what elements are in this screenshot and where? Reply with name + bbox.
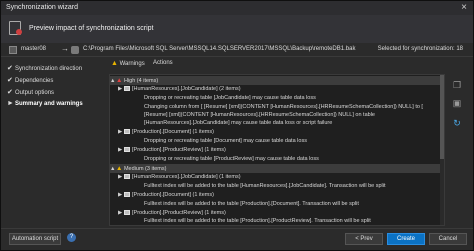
save-icon[interactable]: ▣ [451,97,463,109]
source-target-bar: master08 → C:\Program Files\Microsoft SQ… [1,43,473,57]
wizard-window: Synchronization wizard × Preview impact … [0,0,474,251]
target-path: C:\Program Files\Microsoft SQL Server\MS… [83,46,356,52]
group-high[interactable]: ▲▲ High (4 items) [110,76,444,85]
title-bar: Synchronization wizard × [1,1,473,15]
script-document-icon [9,21,22,35]
error-icon: ▲ [116,77,123,84]
warning-icon: ▲ [116,165,123,172]
close-icon[interactable]: × [461,2,467,14]
group-medium[interactable]: ▲▲ Medium (3 items) [110,164,444,173]
copy-icon[interactable]: ❐ [451,79,463,91]
warning-message: Fulltext index will be added to the tabl… [144,201,359,207]
table-row[interactable]: ▶ [HumanResources].[JobCandidate] (2 item… [110,85,444,94]
window-title: Synchronization wizard [6,4,78,11]
table-icon [124,174,130,180]
row-label: [Production].[ProductReview] (1 items) [132,210,226,216]
group-label: High (4 items) [123,78,159,84]
selected-count: Selected for synchronization: 18 [377,46,463,52]
warnings-panel: ▲ Warnings Actions ▲▲ High (4 items) ▶ [H… [109,58,447,226]
database-icon [71,46,79,54]
warning-message: Dropping or recreating table [Document] … [144,138,307,144]
warning-icon: ▲ [111,60,118,67]
warning-message: [HumanResources].[JobCandidate] may caus… [144,120,333,126]
vertical-scrollbar[interactable] [440,75,444,225]
table-icon [124,210,130,216]
wizard-footer: Automation script ? < Prev Create Cancel [1,228,473,250]
step-output-options[interactable]: ✔ Output options [7,88,54,98]
step-label: Dependencies [15,78,54,84]
help-icon[interactable]: ? [67,233,76,242]
automation-script-button[interactable]: Automation script [9,233,61,245]
warning-message: Dropping or recreating table [ProductRev… [144,156,319,162]
refresh-icon[interactable]: ↻ [451,117,463,129]
row-label: [HumanResources].[JobCandidate] (2 items… [132,86,241,92]
step-label: Summary and warnings [15,101,83,107]
row-label: [Production].[Document] (1 items) [132,129,214,135]
table-row[interactable]: ▶ [HumanResources].[JobCandidate] (1 item… [110,173,444,182]
step-sync-direction[interactable]: ✔ Synchronization direction [7,64,82,74]
table-row[interactable]: ▶ [Production].[ProductReview] (1 items) [110,146,444,155]
warning-message: Dropping or recreating table [JobCandida… [144,95,316,101]
warning-message: Fulltext index will be added to the tabl… [144,183,386,189]
warning-message: Fulltext index will be added to the tabl… [144,218,371,224]
step-dependencies[interactable]: ✔ Dependencies [7,76,53,86]
side-toolbar: ❐ ▣ ↻ [451,77,465,157]
table-icon [124,147,130,153]
check-icon: ✔ [7,89,13,96]
wizard-header: Preview impact of synchronization script [1,15,473,43]
step-label: Output options [15,90,55,96]
row-label: [Production].[ProductReview] (1 items) [132,147,226,153]
table-icon [124,192,130,198]
create-button[interactable]: Create [387,233,425,245]
scrollbar-thumb[interactable] [440,75,444,159]
arrow-right-icon: → [61,44,69,53]
source-server: master08 [21,46,47,52]
table-row[interactable]: ▶ [Production].[Document] (1 items) [110,191,444,200]
warnings-list[interactable]: ▲▲ High (4 items) ▶ [HumanResources].[Job… [109,74,445,226]
tab-actions[interactable]: Actions [153,60,173,66]
table-row[interactable]: ▶ [Production].[Document] (1 items) [110,128,444,137]
step-label: Synchronization direction [15,66,83,72]
page-title: Preview impact of synchronization script [29,25,154,32]
table-icon [124,129,130,135]
wizard-steps: ✔ Synchronization direction ✔ Dependencies… [1,58,101,226]
table-icon [124,86,130,92]
tab-label: Warnings [119,61,145,67]
row-label: [Production].[Document] (1 items) [132,192,214,198]
prev-button[interactable]: < Prev [345,233,383,245]
cancel-button[interactable]: Cancel [429,233,467,245]
group-label: Medium (3 items) [123,166,167,172]
check-icon: ✔ [7,65,13,72]
tab-warnings[interactable]: ▲ Warnings [111,60,145,67]
current-step-icon: ► [7,100,14,107]
check-icon: ✔ [7,77,13,84]
server-icon [9,46,17,54]
row-label: [HumanResources].[JobCandidate] (1 items… [132,174,241,180]
step-summary-warnings[interactable]: ►Summary and warnings [7,100,83,110]
